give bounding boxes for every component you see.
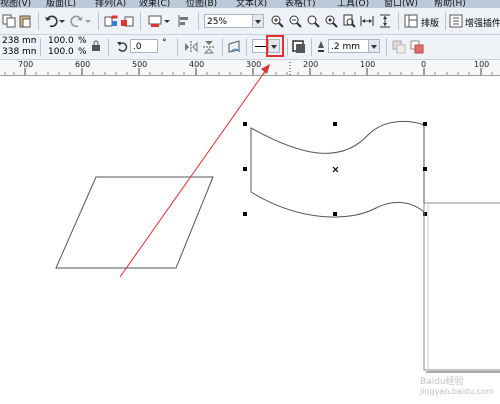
annotation-arrow — [119, 69, 267, 278]
handle-top-middle[interactable] — [333, 122, 337, 126]
handle-bottom-middle[interactable] — [333, 212, 337, 216]
watermark: Baidu经验 jingyan.baidu.com — [420, 374, 494, 396]
handle-middle-left[interactable] — [243, 167, 247, 171]
annotation-arrow-head — [261, 64, 270, 74]
watermark-title: Baidu经验 — [420, 377, 464, 387]
handle-top-left[interactable] — [243, 122, 247, 126]
center-cross-icon[interactable] — [332, 166, 339, 173]
page-border — [423, 202, 500, 371]
wave-flag-shape[interactable] — [250, 120, 425, 218]
watermark-url: jingyan.baidu.com — [420, 387, 494, 396]
handle-middle-right[interactable] — [423, 167, 427, 171]
parallelogram-shape[interactable] — [55, 176, 214, 269]
handle-bottom-left[interactable] — [243, 212, 247, 216]
handle-top-right[interactable] — [423, 122, 427, 126]
canvas-objects — [55, 64, 500, 373]
